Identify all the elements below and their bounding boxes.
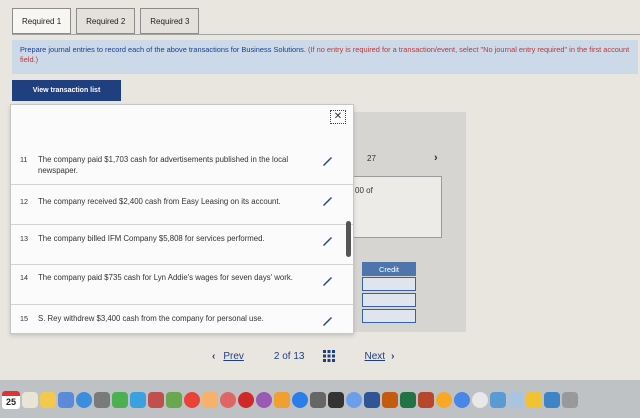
instructions-banner: Prepare journal entries to record each o… xyxy=(12,40,638,74)
photo-booth-icon[interactable] xyxy=(148,392,164,408)
help-icon[interactable] xyxy=(526,392,542,408)
next-link[interactable]: Next xyxy=(365,351,386,362)
word-icon[interactable] xyxy=(364,392,380,408)
transaction-number: 13 xyxy=(20,234,28,243)
tab-required-2[interactable]: Required 2 xyxy=(76,8,136,34)
transaction-number: 15 xyxy=(20,314,28,323)
transaction-item-13: 13 The company billed IFM Company $5,808… xyxy=(11,225,353,265)
music-icon[interactable] xyxy=(238,392,254,408)
transaction-text: S. Rey withdrew $3,400 cash from the com… xyxy=(38,314,264,323)
scrollbar-thumb[interactable] xyxy=(346,221,351,257)
prev-link[interactable]: Prev xyxy=(223,351,244,362)
transaction-item-15: 15 S. Rey withdrew $3,400 cash from the … xyxy=(11,305,353,333)
itunes-icon[interactable] xyxy=(220,392,236,408)
notes-icon[interactable] xyxy=(22,392,38,408)
video-icon[interactable] xyxy=(544,392,560,408)
office-icon[interactable] xyxy=(418,392,434,408)
podcasts-icon[interactable] xyxy=(256,392,272,408)
credit-input[interactable] xyxy=(362,277,416,291)
system-preferences-icon[interactable] xyxy=(310,392,326,408)
trash-icon[interactable] xyxy=(562,392,578,408)
transaction-text: The company paid $735 cash for Lyn Addie… xyxy=(38,273,293,282)
chevron-right-icon[interactable]: › xyxy=(391,351,394,362)
transaction-number: 27 xyxy=(367,154,376,163)
chrome-canary-icon[interactable] xyxy=(454,392,470,408)
grid-icon[interactable] xyxy=(322,350,335,362)
edit-icon[interactable] xyxy=(321,315,333,327)
powerpoint-icon[interactable] xyxy=(382,392,398,408)
transaction-text: The company billed IFM Company $5,808 fo… xyxy=(38,234,265,243)
maps-icon[interactable] xyxy=(166,392,182,408)
transaction-number: 11 xyxy=(20,155,28,164)
tab-required-1[interactable]: Required 1 xyxy=(12,8,72,34)
view-transaction-list-button[interactable]: View transaction list xyxy=(12,80,121,101)
photos-icon[interactable] xyxy=(202,392,218,408)
transaction-list-popup: ✕ 11 The company paid $1,703 cash for ad… xyxy=(10,104,354,334)
books-icon[interactable] xyxy=(274,392,290,408)
safari-icon[interactable] xyxy=(76,392,92,408)
transaction-text: The company paid $1,703 cash for adverti… xyxy=(38,155,289,175)
clock-icon[interactable] xyxy=(472,392,488,408)
transaction-item-14: 14 The company paid $735 cash for Lyn Ad… xyxy=(11,265,353,305)
finder-icon[interactable] xyxy=(58,392,74,408)
transaction-text: The company received $2,400 cash from Ea… xyxy=(38,197,281,206)
edit-icon[interactable] xyxy=(321,195,333,207)
transaction-number: 14 xyxy=(20,273,28,282)
tab-required-3[interactable]: Required 3 xyxy=(140,8,200,34)
page-indicator: 2 of 13 xyxy=(273,350,305,362)
transaction-description-fragment: 00 of xyxy=(355,186,373,195)
close-icon[interactable]: ✕ xyxy=(330,110,346,124)
tab-bar: Required 1 Required 2 Required 3 xyxy=(12,8,200,34)
chrome-icon[interactable] xyxy=(184,392,200,408)
dock-icons: 25 xyxy=(2,386,638,414)
credit-column-header: Credit xyxy=(362,262,416,276)
launchpad-icon[interactable] xyxy=(94,392,110,408)
excel-icon[interactable] xyxy=(400,392,416,408)
credit-input[interactable] xyxy=(362,309,416,323)
preview-icon[interactable] xyxy=(508,392,524,408)
instructions-main: Prepare journal entries to record each o… xyxy=(20,45,306,54)
firefox-icon[interactable] xyxy=(436,392,452,408)
transaction-number: 12 xyxy=(20,197,28,206)
disk-utility-icon[interactable] xyxy=(346,392,362,408)
calendar-day: 25 xyxy=(5,397,16,407)
credit-input[interactable] xyxy=(362,293,416,307)
chevron-right-icon[interactable]: › xyxy=(434,152,438,164)
edit-icon[interactable] xyxy=(321,275,333,287)
screen: Required 1 Required 2 Required 3 Prepare… xyxy=(0,0,640,380)
edit-icon[interactable] xyxy=(321,235,333,247)
edit-icon[interactable] xyxy=(321,155,333,167)
transaction-item-12: 12 The company received $2,400 cash from… xyxy=(11,185,353,225)
transaction-item-11: 11 The company paid $1,703 cash for adve… xyxy=(11,145,353,185)
activity-monitor-icon[interactable] xyxy=(328,392,344,408)
calendar-icon[interactable]: 25 xyxy=(2,391,20,409)
facetime-icon[interactable] xyxy=(130,392,146,408)
app-store-icon[interactable] xyxy=(292,392,308,408)
messages-icon[interactable] xyxy=(112,392,128,408)
pagination: ‹ Prev 2 of 13 Next › xyxy=(212,350,394,362)
tab-divider xyxy=(12,34,640,35)
chevron-left-icon[interactable]: ‹ xyxy=(212,351,215,362)
zoom-icon[interactable] xyxy=(490,392,506,408)
stickies-icon[interactable] xyxy=(40,392,56,408)
